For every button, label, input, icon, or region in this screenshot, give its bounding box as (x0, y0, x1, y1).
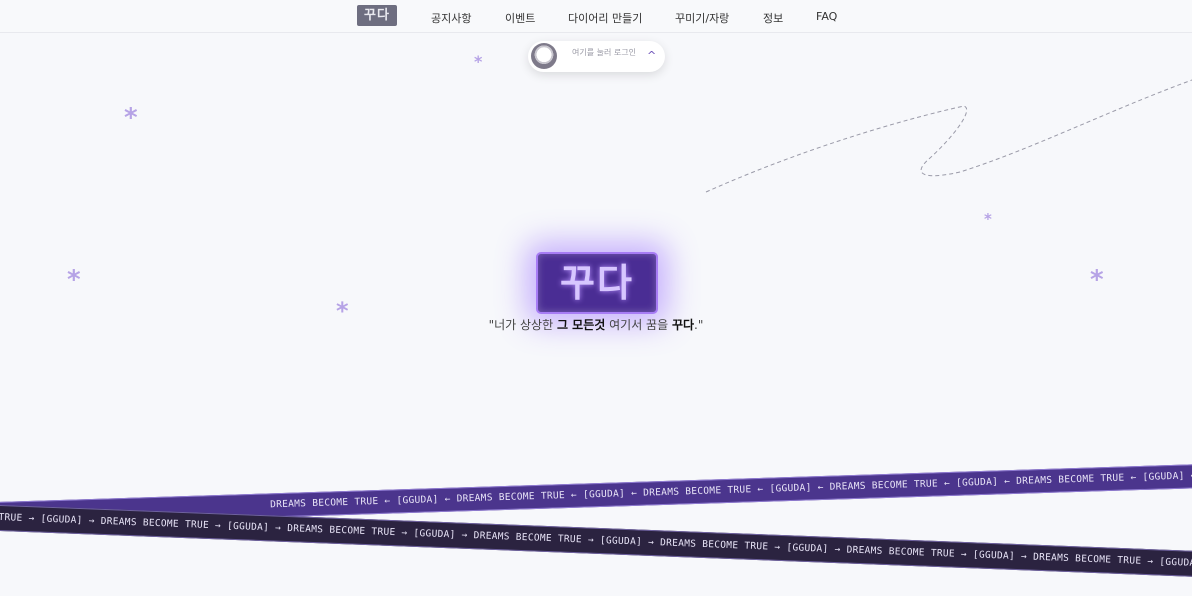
star-icon: * (336, 297, 349, 325)
star-icon: * (124, 103, 138, 133)
hero-logo: 꾸다 (536, 252, 658, 314)
star-icon: * (1090, 265, 1104, 295)
tagline-part: "너가 상상한 (488, 318, 557, 332)
tagline-bold: 그 모든것 (556, 318, 606, 332)
star-icon: * (984, 210, 992, 228)
star-icon: * (67, 265, 81, 295)
tagline-part: 여기서 꿈을 (605, 318, 672, 332)
star-icon: * (474, 52, 483, 71)
hero-tagline: "너가 상상한 그 모든것 여기서 꿈을 꾸다." (400, 316, 792, 333)
tagline-part: ." (694, 318, 704, 332)
tagline-bold: 꾸다 (671, 318, 695, 332)
